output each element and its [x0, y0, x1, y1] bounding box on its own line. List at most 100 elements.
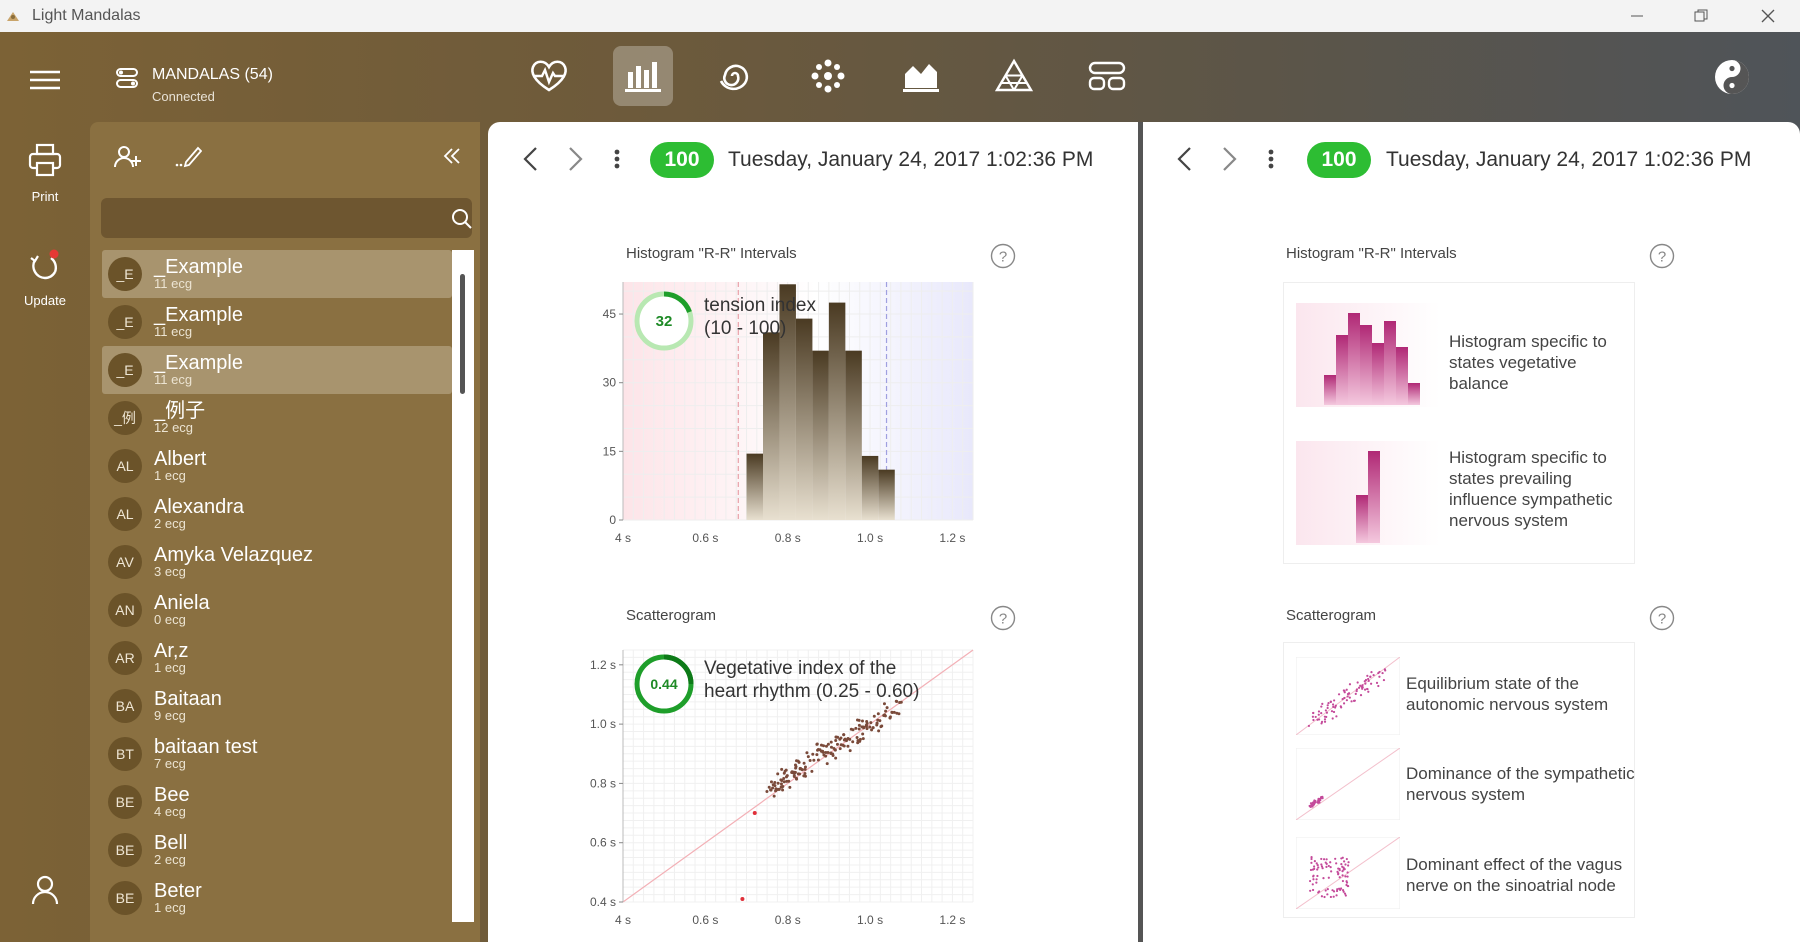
- nav-triangle[interactable]: [984, 46, 1044, 106]
- scatter-point: [826, 751, 830, 755]
- ecg-count: 1 ecg: [154, 468, 186, 483]
- scatter-point: [811, 752, 815, 756]
- list-item[interactable]: _E _Example 11 ecg: [102, 298, 452, 346]
- people-panel: _E _Example 11 ecg _E _Example 11 ecg _E _Examp…: [90, 122, 480, 942]
- vegetative-range: heart rhythm (0.25 - 0.60): [704, 681, 920, 702]
- histogram-title: Histogram "R-R" Intervals: [626, 245, 797, 262]
- list-item[interactable]: BE Bell 2 ecg: [102, 826, 452, 874]
- nav-mandala[interactable]: [798, 46, 858, 106]
- account-button[interactable]: [0, 874, 90, 909]
- thumbnail-point: [1360, 685, 1364, 689]
- scatter-point: [769, 788, 773, 792]
- list-item[interactable]: BA Baitaan 9 ecg: [102, 682, 452, 730]
- minimize-button[interactable]: [1614, 0, 1660, 32]
- help-icon[interactable]: ?: [990, 243, 1016, 269]
- thumbnail-point: [1314, 801, 1317, 804]
- more-options-icon[interactable]: [1266, 146, 1276, 172]
- thumbnail-point: [1308, 879, 1312, 883]
- window-title: Light Mandalas: [32, 7, 141, 24]
- search-icon[interactable]: [451, 208, 473, 230]
- scatter-point: [888, 715, 892, 719]
- sympathetic-histogram-label: Histogram specific to states prevailing …: [1449, 448, 1613, 530]
- svg-text:?: ?: [999, 249, 1007, 266]
- list-item[interactable]: AV Amyka Velazquez 3 ecg: [102, 538, 452, 586]
- thumbnail-point: [1327, 702, 1330, 705]
- collapse-panel-icon[interactable]: [442, 146, 462, 166]
- yin-yang-icon[interactable]: [1713, 58, 1751, 96]
- next-arrow-icon[interactable]: [562, 144, 588, 174]
- search-input[interactable]: [101, 198, 431, 238]
- next-arrow-icon[interactable]: [1216, 144, 1242, 174]
- previous-arrow-icon[interactable]: [518, 144, 544, 174]
- help-icon[interactable]: ?: [1649, 243, 1675, 269]
- thumbnail-point: [1323, 718, 1327, 721]
- nav-layout[interactable]: [1077, 46, 1137, 106]
- person-text: _Example 11 ecg: [154, 257, 243, 291]
- thumbnail-point: [1321, 797, 1324, 800]
- thumbnail-point: [1377, 684, 1380, 688]
- previous-arrow-icon[interactable]: [1172, 144, 1198, 174]
- thumbnail-point: [1334, 857, 1337, 860]
- update-button[interactable]: Update: [0, 248, 90, 308]
- thumbnail-point: [1315, 862, 1318, 865]
- search-box[interactable]: [101, 198, 472, 238]
- layout-icon: [1088, 61, 1126, 91]
- list-item[interactable]: BT baitaan test 7 ecg: [102, 730, 452, 778]
- nav-heart-rate[interactable]: [519, 46, 579, 106]
- thumbnail-point: [1345, 880, 1348, 883]
- avatar: _E: [108, 353, 142, 387]
- scatter-point: [851, 728, 855, 732]
- person-text: _Example 11 ecg: [154, 305, 243, 339]
- restore-icon: [1694, 9, 1708, 22]
- help-icon[interactable]: ?: [990, 605, 1016, 631]
- more-options-icon[interactable]: [612, 146, 622, 172]
- thumbnail-point: [1346, 871, 1349, 874]
- histogram-bar: [861, 455, 879, 520]
- avatar: AV: [108, 545, 142, 579]
- scatter-point: [843, 737, 847, 741]
- thumbnail-point: [1310, 804, 1313, 807]
- list-item[interactable]: AL Albert 1 ecg: [102, 442, 452, 490]
- thumbnail-point: [1367, 677, 1370, 681]
- print-button[interactable]: Print: [0, 142, 90, 204]
- nav-area-chart[interactable]: [891, 46, 951, 106]
- list-item[interactable]: AL Alexandra 2 ecg: [102, 490, 452, 538]
- thumbnail-point: [1375, 681, 1379, 684]
- close-button[interactable]: [1745, 0, 1791, 32]
- list-item[interactable]: _E _Example 11 ecg: [102, 250, 452, 298]
- heart-rate-icon: [531, 60, 567, 92]
- scatter-point: [777, 787, 781, 791]
- list-item[interactable]: _例 _例子 12 ecg: [102, 394, 452, 442]
- thumbnail-point: [1332, 895, 1335, 898]
- thumbnail-point: [1341, 879, 1345, 883]
- nav-spiral[interactable]: [705, 46, 765, 106]
- restore-button[interactable]: [1678, 0, 1724, 32]
- scatter-point: [861, 737, 865, 741]
- device-connection-icon: [116, 68, 138, 88]
- add-person-icon[interactable]: [114, 144, 142, 170]
- nav-histogram[interactable]: [613, 46, 673, 106]
- ecg-count: 7 ecg: [154, 756, 186, 771]
- list-item[interactable]: BE Bee 4 ecg: [102, 778, 452, 826]
- thumbnail-point: [1344, 875, 1347, 878]
- list-item[interactable]: AN Aniela 0 ecg: [102, 586, 452, 634]
- list-item[interactable]: AR Ar,z 1 ecg: [102, 634, 452, 682]
- list-item[interactable]: _E _Example 11 ecg: [102, 346, 452, 394]
- list-scrollbar-thumb[interactable]: [460, 274, 465, 394]
- list-item[interactable]: BE Beter 1 ecg: [102, 874, 452, 922]
- thumbnail-point: [1348, 683, 1352, 686]
- edit-icon[interactable]: [174, 144, 202, 168]
- help-icon[interactable]: ?: [1649, 605, 1675, 631]
- y-tick-label: 1.0 s: [590, 717, 616, 731]
- thumbnail-point: [1341, 874, 1344, 877]
- thumbnail-point: [1369, 682, 1373, 685]
- thumbnail-point: [1346, 875, 1349, 878]
- scatter-point: [862, 725, 866, 729]
- thumbnail-point: [1329, 700, 1332, 703]
- menu-icon[interactable]: [28, 68, 62, 92]
- connection-status[interactable]: MANDALAS (54) Connected: [114, 66, 273, 104]
- thumbnail-point: [1335, 862, 1338, 865]
- thumbnail-point: [1315, 881, 1318, 884]
- scatter-point: [772, 794, 776, 798]
- left-rail: Print Update: [0, 122, 90, 942]
